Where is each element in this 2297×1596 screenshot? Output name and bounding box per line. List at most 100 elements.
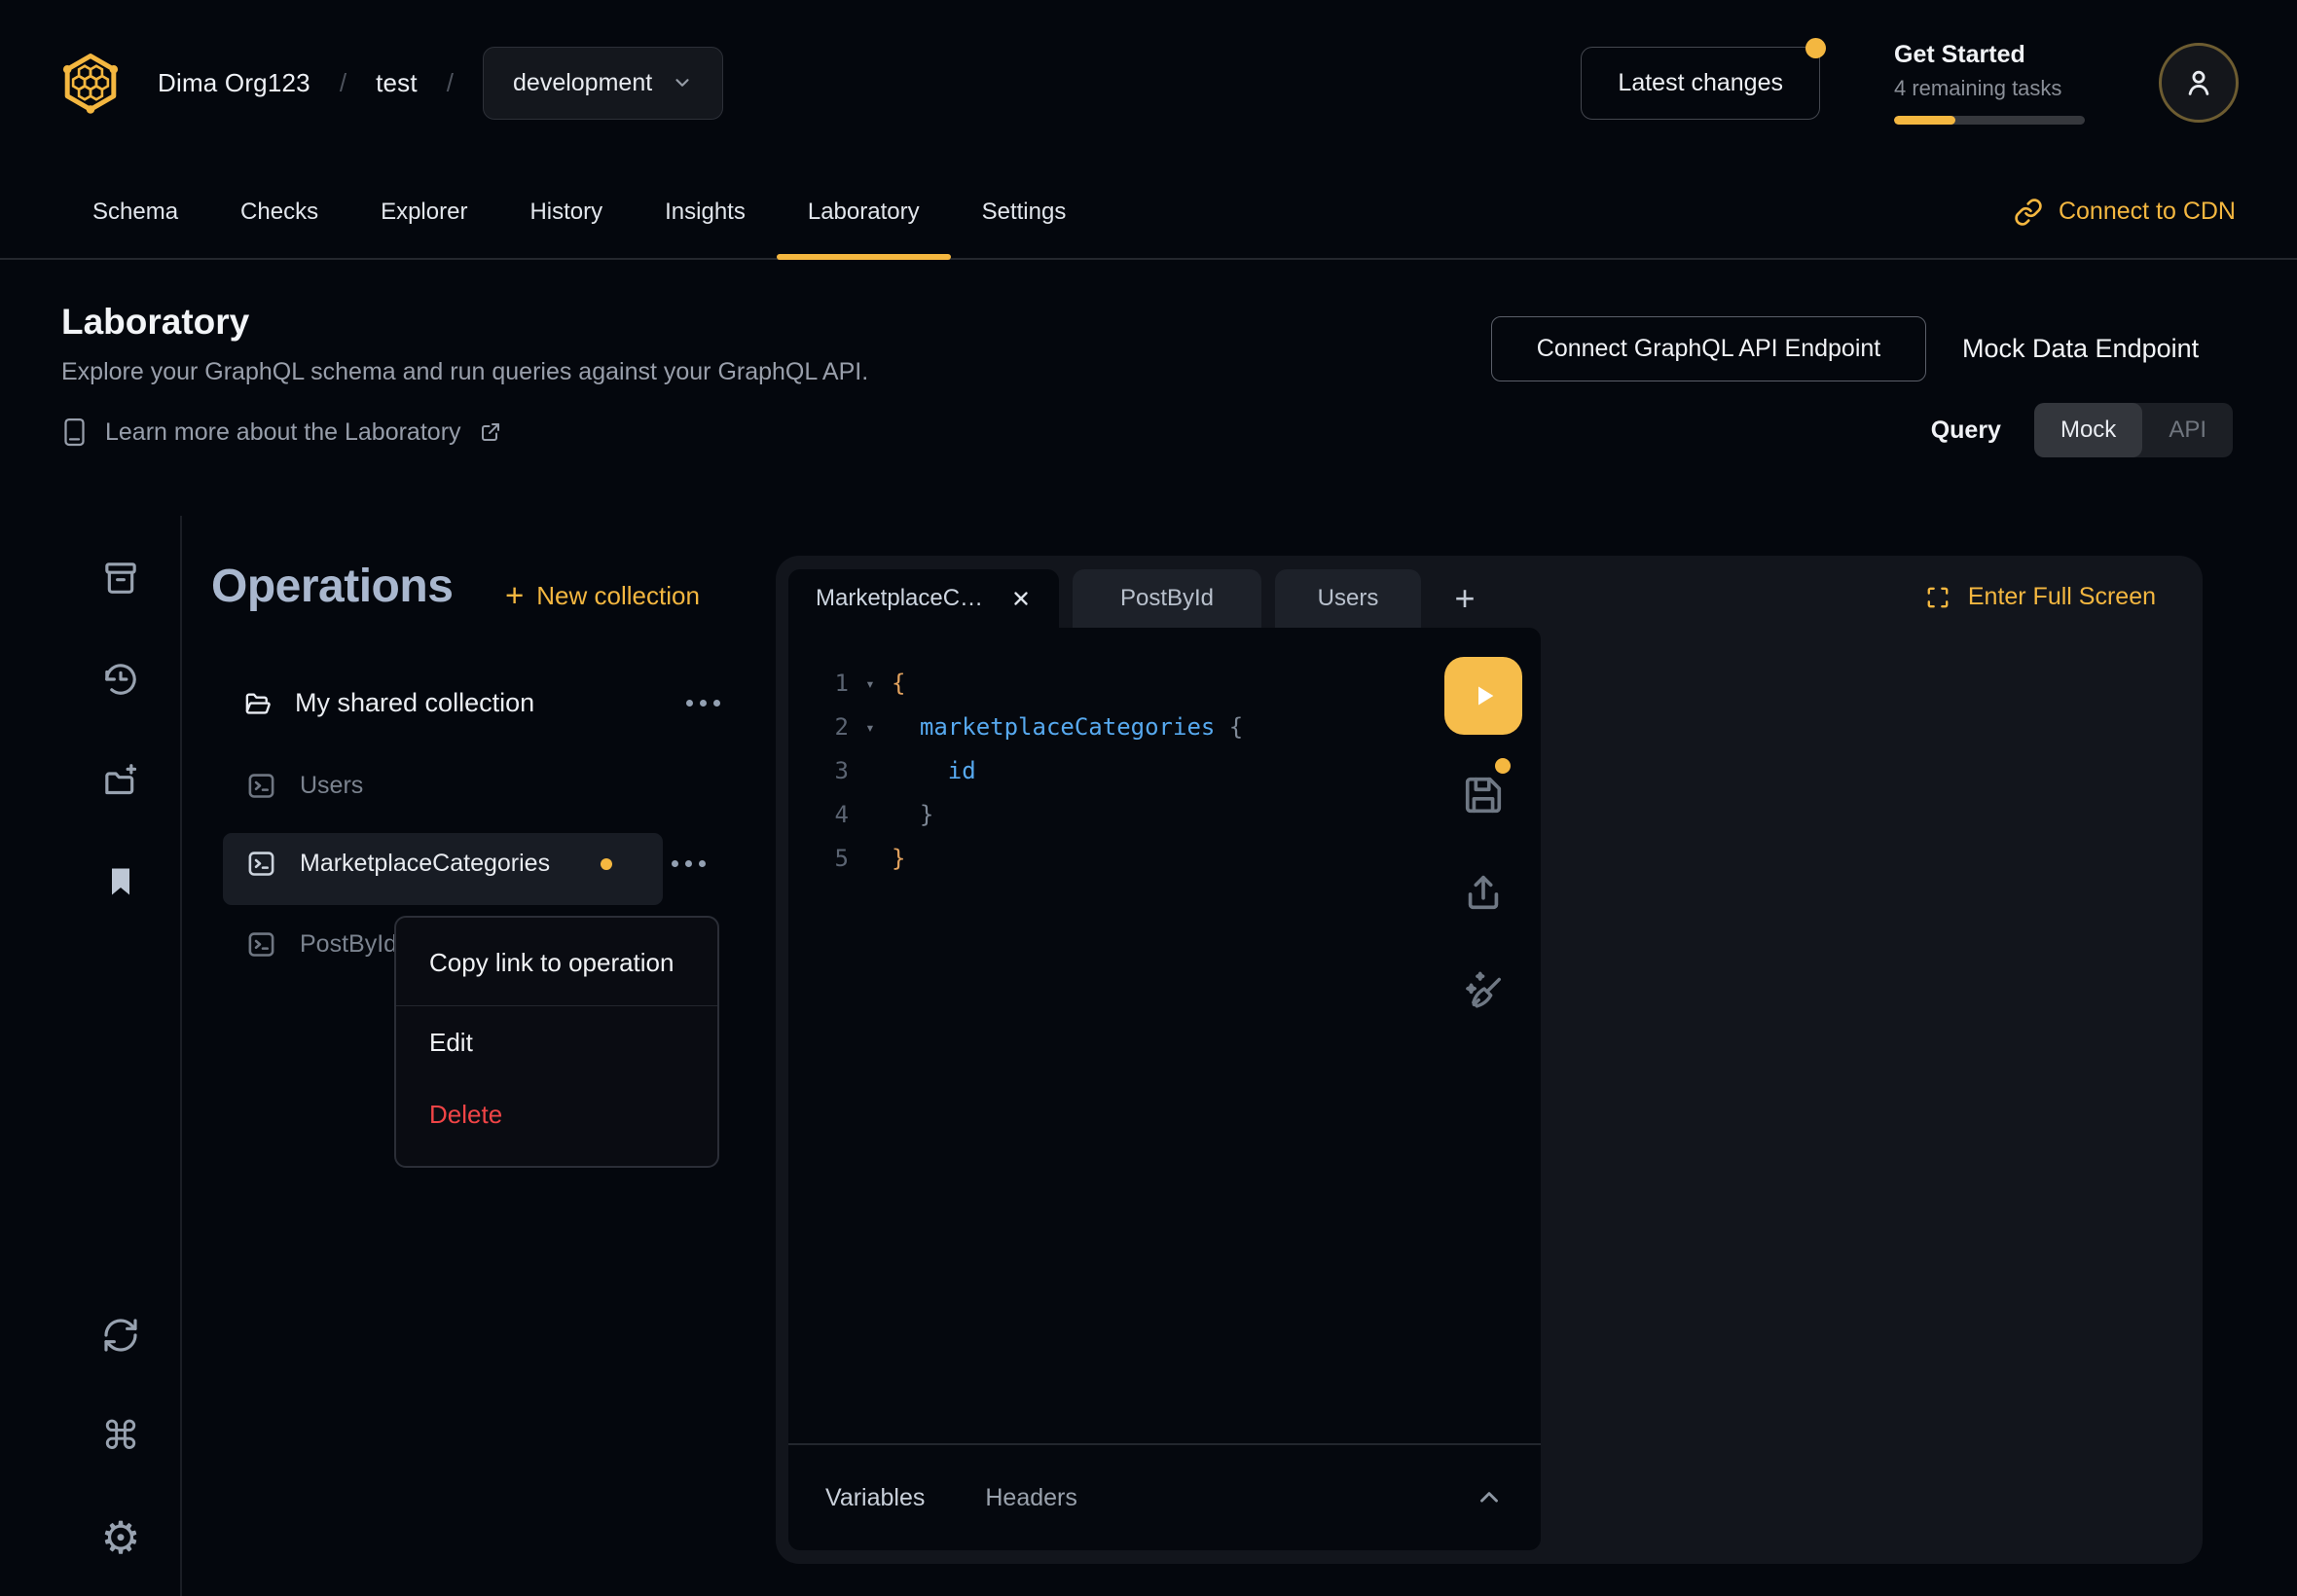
connect-graphql-endpoint-button[interactable]: Connect GraphQL API Endpoint [1491, 316, 1926, 381]
bookmarks-icon[interactable] [100, 861, 141, 902]
learn-more-link[interactable]: Learn more about the Laboratory [61, 417, 502, 448]
editor-tab-label: MarketplaceC… [816, 585, 983, 612]
format-query-button[interactable] [1444, 959, 1522, 1021]
tab-insights[interactable]: Insights [634, 165, 777, 258]
headers-tab[interactable]: Headers [985, 1484, 1077, 1512]
query-mode-row: Query Mock API [1931, 403, 2233, 457]
breadcrumb: Dima Org123 / test / development [158, 47, 723, 120]
code-editor[interactable]: 1 ▾ { 2 ▾ marketplaceCategories { 3 id 4 [788, 628, 1541, 1443]
line-number: 5 [788, 837, 849, 881]
query-editor: 1 ▾ { 2 ▾ marketplaceCategories { 3 id 4 [788, 628, 1541, 1550]
operation-item-users[interactable]: Users [246, 771, 363, 801]
collection-more-options-icon[interactable] [686, 700, 720, 707]
hive-logo[interactable] [58, 51, 123, 115]
get-started-progress-fill [1894, 116, 1955, 125]
play-icon [1464, 676, 1503, 715]
line-number: 3 [788, 749, 849, 793]
query-mode-toggle: Mock API [2034, 403, 2233, 457]
link-icon [2014, 198, 2043, 227]
operation-label: Users [300, 772, 363, 800]
collection-header[interactable]: My shared collection [241, 688, 720, 718]
settings-gear-icon[interactable]: ⚙ [100, 1517, 141, 1558]
tab-laboratory[interactable]: Laboratory [777, 165, 951, 258]
editor-tab-post-by-id[interactable]: PostById [1073, 569, 1261, 628]
tab-schema[interactable]: Schema [61, 165, 209, 258]
format-broom-icon [1461, 967, 1506, 1012]
operations-title: Operations [211, 560, 453, 613]
breadcrumb-project[interactable]: test [376, 68, 418, 98]
latest-changes-button[interactable]: Latest changes [1581, 47, 1820, 120]
page-description: Explore your GraphQL schema and run quer… [61, 358, 868, 386]
operation-more-options-icon[interactable] [672, 860, 706, 867]
user-avatar[interactable] [2159, 43, 2239, 123]
header-right-cluster: Latest changes Get Started 4 remaining t… [1581, 41, 2239, 125]
close-icon[interactable] [1010, 588, 1032, 609]
environment-dropdown-value: development [513, 69, 652, 97]
variables-tab[interactable]: Variables [825, 1484, 925, 1512]
history-icon[interactable] [100, 659, 141, 700]
environment-dropdown[interactable]: development [483, 47, 723, 120]
new-tab-button[interactable]: + [1435, 569, 1495, 628]
run-query-button[interactable] [1444, 657, 1522, 735]
unsaved-changes-dot [601, 858, 612, 870]
code-line: 1 ▾ { [788, 662, 1541, 706]
laboratory-page: Dima Org123 / test / development Latest … [0, 0, 2297, 1596]
chevron-down-icon [672, 72, 693, 93]
breadcrumb-org[interactable]: Dima Org123 [158, 68, 310, 98]
editor-tab-bar: MarketplaceC… PostById Users + [788, 569, 1495, 628]
menu-item-edit[interactable]: Edit [396, 1006, 717, 1078]
collapse-chevron-up-icon[interactable] [1475, 1483, 1504, 1512]
get-started-progress-track [1894, 116, 2085, 125]
operation-icon [246, 929, 276, 960]
app-header: Dima Org123 / test / development Latest … [0, 0, 2297, 165]
new-collection-folder-icon[interactable] [100, 760, 141, 801]
operation-context-menu: Copy link to operation Edit Delete [394, 916, 719, 1168]
new-collection-label: New collection [536, 581, 700, 611]
docs-archive-icon[interactable] [100, 558, 141, 598]
enter-fullscreen-button[interactable]: Enter Full Screen [1925, 583, 2156, 611]
operation-item-marketplace-categories[interactable]: MarketplaceCategories [246, 849, 612, 879]
fold-arrow-icon[interactable]: ▾ [849, 662, 892, 706]
user-icon [2180, 64, 2217, 101]
operation-icon [246, 771, 276, 801]
plus-icon: + [505, 577, 524, 614]
new-collection-button[interactable]: + New collection [505, 577, 700, 614]
connect-cdn-link[interactable]: Connect to CDN [2014, 165, 2236, 258]
fullscreen-icon [1925, 585, 1951, 610]
tab-checks[interactable]: Checks [209, 165, 349, 258]
code-line: 5 } [788, 837, 1541, 881]
rail-divider [180, 516, 182, 1596]
mock-data-endpoint-button[interactable]: Mock Data Endpoint [1962, 316, 2199, 381]
operation-label: PostById [300, 930, 397, 959]
menu-item-copy-link[interactable]: Copy link to operation [396, 920, 717, 1005]
editor-tab-users[interactable]: Users [1275, 569, 1421, 628]
query-mode-api[interactable]: API [2142, 403, 2233, 457]
query-mode-mock[interactable]: Mock [2034, 403, 2142, 457]
operation-item-post-by-id[interactable]: PostById [246, 929, 397, 960]
line-number: 2 [788, 706, 849, 749]
editor-actions [1439, 657, 1528, 1021]
refresh-schema-icon[interactable] [100, 1315, 141, 1356]
fold-arrow-icon[interactable]: ▾ [849, 706, 892, 749]
code-line: 4 } [788, 793, 1541, 837]
line-number: 4 [788, 793, 849, 837]
line-number: 1 [788, 662, 849, 706]
tab-explorer[interactable]: Explorer [349, 165, 498, 258]
breadcrumb-separator: / [340, 68, 346, 98]
command-shortcuts-icon[interactable]: ⌘ [100, 1416, 141, 1457]
tab-settings[interactable]: Settings [951, 165, 1098, 258]
code-line: 3 id [788, 749, 1541, 793]
share-operation-button[interactable] [1444, 861, 1522, 924]
book-icon [61, 417, 88, 448]
get-started-widget[interactable]: Get Started 4 remaining tasks [1894, 41, 2085, 125]
laboratory-panel: Enter Full Screen MarketplaceC… PostById… [776, 556, 2203, 1564]
page-title: Laboratory [61, 302, 249, 343]
editor-tab-marketplace[interactable]: MarketplaceC… [788, 569, 1059, 628]
save-operation-button[interactable] [1444, 764, 1522, 826]
editor-bottom-bar: Variables Headers [788, 1445, 1541, 1550]
menu-item-delete[interactable]: Delete [396, 1078, 717, 1150]
get-started-subtitle: 4 remaining tasks [1894, 76, 2085, 101]
get-started-title: Get Started [1894, 41, 2085, 69]
operation-icon [246, 849, 276, 879]
tab-history[interactable]: History [498, 165, 634, 258]
